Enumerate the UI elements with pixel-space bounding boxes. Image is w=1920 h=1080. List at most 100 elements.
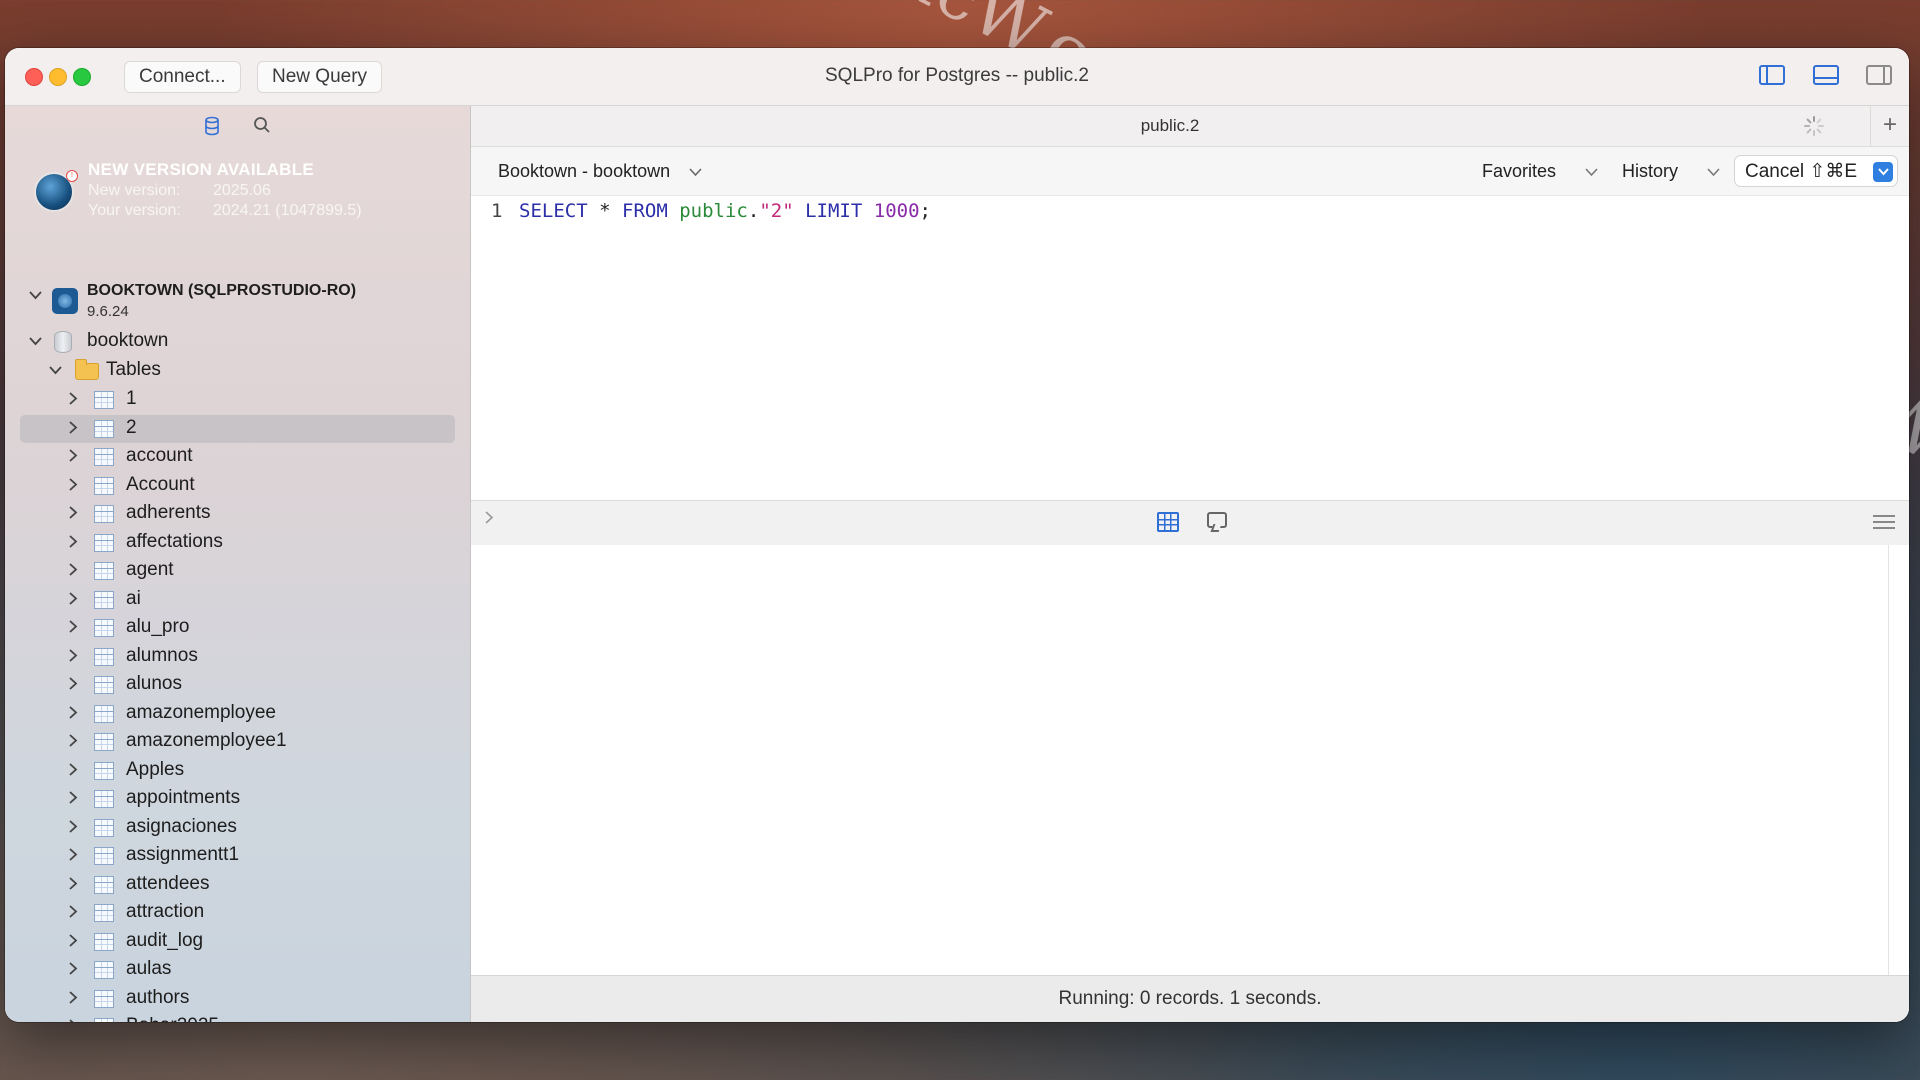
your-version-label: Your version: <box>88 202 181 219</box>
table-item[interactable]: amazonemployee1 <box>5 728 470 756</box>
chevron-right-icon[interactable] <box>69 421 78 437</box>
table-item[interactable]: appointments <box>5 785 470 813</box>
table-item[interactable]: aulas <box>5 956 470 984</box>
chevron-right-icon[interactable] <box>69 706 78 722</box>
toggle-right-panel-icon[interactable] <box>1866 65 1892 85</box>
chevron-right-icon[interactable] <box>69 962 78 978</box>
database-tab-icon[interactable] <box>201 116 223 138</box>
cancel-label: Cancel ⇧⌘E <box>1745 161 1858 182</box>
tab-public-2[interactable]: public.2 <box>471 116 1869 136</box>
connection-select[interactable]: Booktown - booktown <box>498 161 702 182</box>
chevron-right-icon[interactable] <box>69 392 78 408</box>
chevron-right-icon[interactable] <box>69 649 78 665</box>
chevron-right-icon[interactable] <box>485 511 494 529</box>
tab-bar: public.2 + <box>471 106 1909 147</box>
sql-code[interactable]: SELECT * FROM public."2" LIMIT 1000; <box>519 200 931 222</box>
results-grid[interactable] <box>471 545 1909 976</box>
table-item[interactable]: agent <box>5 557 470 585</box>
table-item[interactable]: alunos <box>5 671 470 699</box>
chevron-right-icon[interactable] <box>69 1019 78 1022</box>
sql-schema: public <box>679 200 748 222</box>
sql-editor[interactable]: 1 SELECT * FROM public."2" LIMIT 1000; <box>471 196 1909 458</box>
table-item[interactable]: attendees <box>5 871 470 899</box>
table-item[interactable]: Apples <box>5 757 470 785</box>
history-label: History <box>1622 161 1679 181</box>
grid-view-icon[interactable] <box>1157 512 1179 532</box>
chevron-right-icon[interactable] <box>69 677 78 693</box>
chevron-right-icon[interactable] <box>69 449 78 465</box>
table-item[interactable]: alumnos <box>5 643 470 671</box>
table-label: amazonemployee <box>126 702 276 723</box>
chevron-down-icon[interactable] <box>29 288 42 303</box>
table-label: adherents <box>126 502 211 523</box>
table-label: Bahar2025 <box>126 1015 219 1022</box>
cancel-button[interactable]: Cancel ⇧⌘E <box>1734 155 1898 187</box>
table-item[interactable]: adherents <box>5 500 470 528</box>
table-label: Account <box>126 474 195 495</box>
update-notice[interactable]: ! NEW VERSION AVAILABLE New version: 202… <box>32 160 452 230</box>
toggle-sidebar-icon[interactable] <box>1759 65 1785 85</box>
server-icon <box>52 288 78 314</box>
chevron-right-icon[interactable] <box>69 734 78 750</box>
chevron-down-icon[interactable] <box>1873 162 1893 182</box>
chevron-right-icon[interactable] <box>69 905 78 921</box>
chevron-right-icon[interactable] <box>69 877 78 893</box>
chevron-right-icon[interactable] <box>69 791 78 807</box>
favorites-menu[interactable]: Favorites <box>1482 161 1598 182</box>
table-label: authors <box>126 987 190 1008</box>
table-icon <box>94 648 114 666</box>
table-icon <box>94 420 114 438</box>
table-item[interactable]: account <box>5 443 470 471</box>
table-icon <box>94 534 114 552</box>
database-item[interactable]: booktown <box>5 328 470 356</box>
chevron-right-icon[interactable] <box>69 763 78 779</box>
chevron-right-icon[interactable] <box>69 848 78 864</box>
chevron-right-icon[interactable] <box>69 820 78 836</box>
table-label: appointments <box>126 787 241 808</box>
folder-icon <box>75 359 99 380</box>
table-item[interactable]: 1 <box>5 386 470 414</box>
chevron-right-icon[interactable] <box>69 535 78 551</box>
chevron-down-icon[interactable] <box>29 334 42 349</box>
table-item[interactable]: amazonemployee <box>5 700 470 728</box>
chevron-right-icon[interactable] <box>69 592 78 608</box>
search-icon[interactable] <box>251 116 273 138</box>
table-item[interactable]: Account <box>5 472 470 500</box>
table-item[interactable]: ai <box>5 586 470 614</box>
scrollbar[interactable] <box>1888 545 1889 976</box>
add-tab-button[interactable]: + <box>1870 106 1909 146</box>
table-label: audit_log <box>126 930 204 951</box>
table-item[interactable]: alu_pro <box>5 614 470 642</box>
chevron-right-icon[interactable] <box>69 478 78 494</box>
table-item[interactable]: 2 <box>5 415 470 443</box>
table-label: amazonemployee1 <box>126 730 287 751</box>
sidebar: ! NEW VERSION AVAILABLE New version: 202… <box>5 106 471 1022</box>
chevron-right-icon[interactable] <box>69 506 78 522</box>
chevron-right-icon[interactable] <box>69 620 78 636</box>
table-item[interactable]: asignaciones <box>5 814 470 842</box>
sql-semicolon: ; <box>919 200 931 222</box>
table-item[interactable]: authors <box>5 985 470 1013</box>
toggle-bottom-panel-icon[interactable] <box>1813 65 1839 85</box>
table-item[interactable]: Bahar2025 <box>5 1013 470 1022</box>
table-item[interactable]: affectations <box>5 529 470 557</box>
chevron-right-icon[interactable] <box>69 934 78 950</box>
server-connection[interactable]: BOOKTOWN (SQLPROSTUDIO-RO) 9.6.24 <box>25 282 465 326</box>
sql-keyword-limit: LIMIT <box>805 200 863 222</box>
table-item[interactable]: assignmentt1 <box>5 842 470 870</box>
table-icon <box>94 904 114 922</box>
chevron-right-icon[interactable] <box>69 991 78 1007</box>
table-label: 2 <box>126 417 137 438</box>
status-bar: Running: 0 records. 1 seconds. <box>471 975 1909 1022</box>
chevron-down-icon[interactable] <box>49 363 62 378</box>
history-menu[interactable]: History <box>1622 161 1720 182</box>
database-label: booktown <box>87 330 169 351</box>
messages-icon[interactable] <box>1207 512 1227 528</box>
table-item[interactable]: audit_log <box>5 928 470 956</box>
results-toolbar <box>471 500 1909 546</box>
chevron-right-icon[interactable] <box>69 563 78 579</box>
menu-icon[interactable] <box>1873 515 1895 529</box>
tables-folder[interactable]: Tables <box>5 357 470 385</box>
database-icon <box>54 331 72 353</box>
table-item[interactable]: attraction <box>5 899 470 927</box>
